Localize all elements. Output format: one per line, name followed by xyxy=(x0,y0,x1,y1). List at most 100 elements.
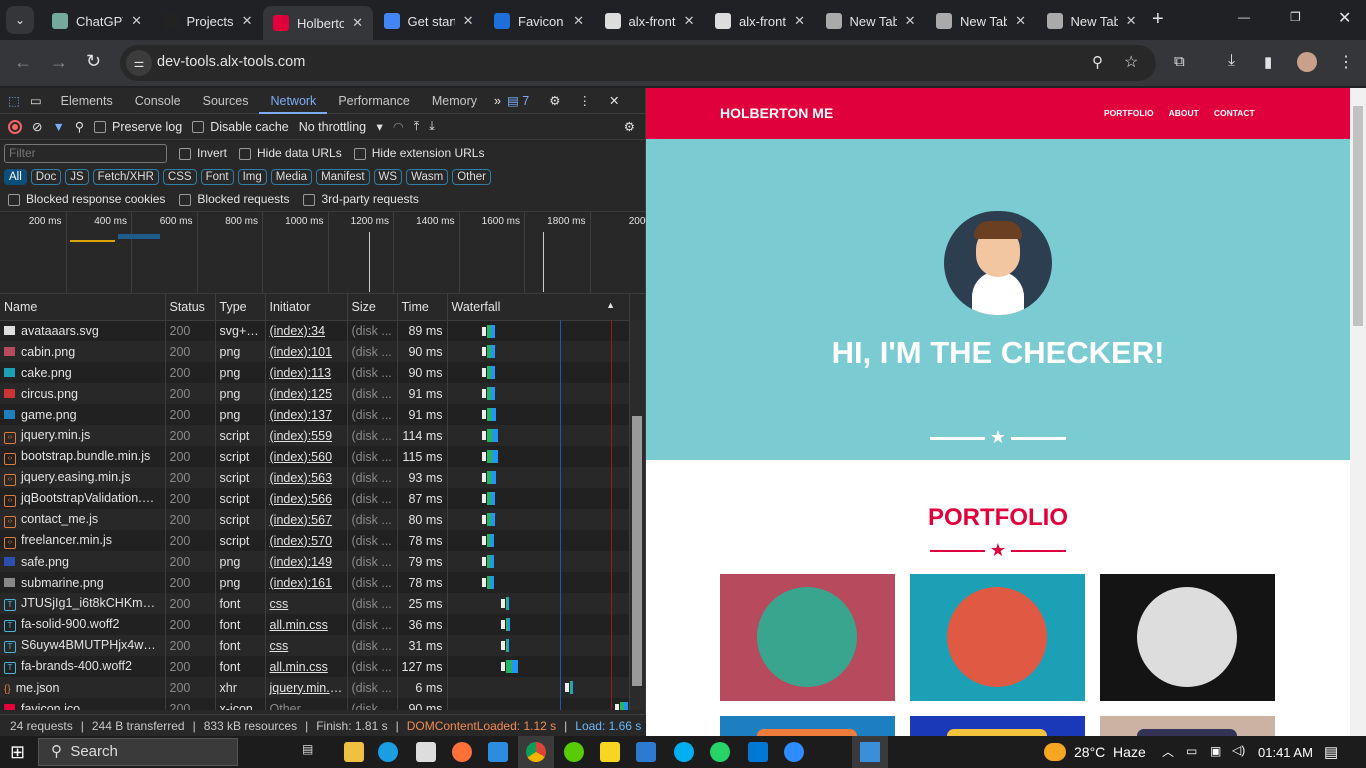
duolingo-icon[interactable] xyxy=(564,742,584,762)
request-row[interactable]: circus.png 200 png (index):125 (disk ... 91 m… xyxy=(0,383,630,404)
skype-icon[interactable] xyxy=(674,742,694,762)
portfolio-card[interactable] xyxy=(910,716,1085,736)
request-initiator[interactable]: (index):567 xyxy=(265,509,348,530)
type-filter-ws[interactable]: WS xyxy=(373,169,403,185)
blocked-checkbox[interactable]: 3rd-party requests xyxy=(303,192,419,209)
request-initiator[interactable]: (index):101 xyxy=(265,341,348,362)
record-button[interactable] xyxy=(8,119,22,134)
request-name[interactable]: submarine.png xyxy=(0,572,166,593)
column-header-time[interactable]: Time xyxy=(397,294,448,321)
request-name[interactable]: Tfa-brands-400.woff2 xyxy=(0,656,166,677)
browser-tab[interactable]: New Tab ✕ xyxy=(816,6,926,36)
app-icon[interactable] xyxy=(636,742,656,762)
request-initiator[interactable]: (index):34 xyxy=(265,320,348,341)
request-name[interactable]: cake.png xyxy=(0,362,166,383)
portfolio-card[interactable] xyxy=(720,574,895,701)
type-filter-font[interactable]: Font xyxy=(200,169,234,185)
request-initiator[interactable]: css xyxy=(265,635,348,656)
browser-tab[interactable]: alx-front ✕ xyxy=(595,6,705,36)
browser-tab[interactable]: alx-front ✕ xyxy=(705,6,815,36)
request-row[interactable]: {} me.json 200 xhr jquery.min.j... (disk ... 6… xyxy=(0,677,630,698)
hide-data-urls-checkbox[interactable]: Hide data URLs xyxy=(239,146,342,160)
request-name[interactable]: ‹› bootstrap.bundle.min.js xyxy=(0,446,166,467)
store-icon[interactable] xyxy=(416,742,436,762)
close-tab-icon[interactable]: ✕ xyxy=(242,13,253,29)
devtools-tab-performance[interactable]: Performance xyxy=(327,88,421,114)
request-row[interactable]: ‹› freelancer.min.js 200 script (index):570(… xyxy=(0,530,630,551)
nav-link-portfolio[interactable]: PORTFOLIO xyxy=(1104,108,1154,118)
request-initiator[interactable]: (index):559 xyxy=(265,425,348,446)
type-filter-doc[interactable]: Doc xyxy=(30,169,62,185)
request-row[interactable]: T JTUSjIg1_i6t8kCHKm459... 200 font css (disk… xyxy=(0,593,630,614)
close-tab-icon[interactable]: ✕ xyxy=(131,13,142,29)
column-header-waterfall[interactable]: Waterfall ▲ xyxy=(447,294,630,321)
close-tab-icon[interactable]: ✕ xyxy=(573,13,584,29)
menu-icon[interactable]: ⋮ xyxy=(1338,52,1354,72)
portfolio-card[interactable] xyxy=(910,574,1085,701)
edge-icon[interactable] xyxy=(378,742,398,762)
request-initiator[interactable]: (index):570 xyxy=(265,530,348,551)
request-name[interactable]: ‹› jquery.easing.min.js xyxy=(0,467,166,488)
browser-tab[interactable]: New Tab ✕ xyxy=(926,6,1036,36)
request-name[interactable]: cabin.png xyxy=(0,341,166,362)
request-row[interactable]: ‹› jqBootstrapValidation.m... 200 script (in… xyxy=(0,488,630,509)
table-scrollbar[interactable] xyxy=(630,320,644,710)
request-row[interactable]: T S6uyw4BMUTPHjx4wXg.... 200 font css (disk .… xyxy=(0,635,630,656)
volume-icon[interactable]: ◁) xyxy=(1232,743,1245,757)
search-icon[interactable]: ⚲ xyxy=(75,119,84,134)
close-tab-icon[interactable]: ✕ xyxy=(1015,13,1026,29)
close-tab-icon[interactable]: ✕ xyxy=(1126,13,1137,29)
avatar[interactable] xyxy=(1297,52,1317,72)
request-row[interactable]: Tfa-solid-900.woff2 200 font all.min.css (di… xyxy=(0,614,630,635)
devtools-tab-elements[interactable]: Elements xyxy=(50,88,124,114)
filter-icon[interactable]: ▼ xyxy=(52,120,64,134)
tab-search-button[interactable]: ⌄ xyxy=(6,6,34,34)
request-name[interactable]: Tfa-solid-900.woff2 xyxy=(0,614,166,635)
column-header-type[interactable]: Type xyxy=(215,294,266,321)
column-header-initiator[interactable]: Initiator xyxy=(265,294,348,321)
device-toolbar-icon[interactable]: ▭ xyxy=(28,93,50,108)
request-row[interactable]: favicon.ico 200 x-icon Other (disk ... 90 ms xyxy=(0,698,630,710)
devtools-tab-memory[interactable]: Memory xyxy=(421,88,488,114)
site-info-icon[interactable]: ⚌ xyxy=(126,50,152,76)
browser-tab[interactable]: Get started ✕ xyxy=(374,6,484,36)
inspect-icon[interactable]: ⬚ xyxy=(0,93,28,108)
forward-button[interactable]: → xyxy=(50,52,68,73)
request-initiator[interactable]: (index):113 xyxy=(265,362,348,383)
firefox-icon[interactable] xyxy=(452,742,472,762)
close-tab-icon[interactable]: ✕ xyxy=(684,13,695,29)
maximize-button[interactable]: ❐ xyxy=(1290,10,1301,24)
browser-tab[interactable]: New Tab ✕ xyxy=(1037,6,1147,36)
network-icon[interactable]: ▣ xyxy=(1210,744,1221,758)
browser-tab[interactable]: ChatGPT ✕ xyxy=(42,6,152,36)
task-view-icon[interactable]: ▤ xyxy=(302,742,322,762)
request-name[interactable]: T S6uyw4BMUTPHjx4wXg.... xyxy=(0,635,166,656)
type-filter-all[interactable]: All xyxy=(4,169,27,185)
hide-extension-urls-checkbox[interactable]: Hide extension URLs xyxy=(353,146,484,160)
close-tab-icon[interactable]: ✕ xyxy=(352,15,363,31)
throttling-select[interactable]: No throttling ▾ xyxy=(299,119,383,134)
download-icon[interactable]: ⤓ xyxy=(1228,52,1235,70)
request-name[interactable]: safe.png xyxy=(0,551,166,572)
request-initiator[interactable]: css xyxy=(265,593,348,614)
page-scrollbar[interactable] xyxy=(1350,88,1366,736)
request-initiator[interactable]: (index):560 xyxy=(265,446,348,467)
whatsapp-icon[interactable] xyxy=(710,742,730,762)
request-row[interactable]: ‹› bootstrap.bundle.min.js 200 script (index… xyxy=(0,446,630,467)
mail-icon[interactable] xyxy=(488,742,508,762)
column-header-name[interactable]: Name xyxy=(0,294,166,321)
request-name[interactable]: {} me.json xyxy=(0,677,166,698)
request-initiator[interactable]: (index):566 xyxy=(265,488,348,509)
close-tab-icon[interactable]: ✕ xyxy=(905,13,916,29)
sticky-notes-icon[interactable] xyxy=(600,742,620,762)
column-header-status[interactable]: Status xyxy=(165,294,216,321)
request-initiator[interactable]: jquery.min.j... xyxy=(265,677,348,698)
request-initiator[interactable]: (index):149 xyxy=(265,551,348,572)
network-settings-icon[interactable]: ⚙ xyxy=(624,119,635,134)
type-filter-css[interactable]: CSS xyxy=(162,169,197,185)
close-window-button[interactable]: ✕ xyxy=(1338,8,1351,28)
battery-icon[interactable]: ▭ xyxy=(1186,744,1197,758)
clear-icon[interactable]: ⊘ xyxy=(32,119,42,134)
request-name[interactable]: T JTUSjIg1_i6t8kCHKm459... xyxy=(0,593,166,614)
request-row[interactable]: submarine.png 200 png (index):161 (disk ... 7… xyxy=(0,572,630,593)
